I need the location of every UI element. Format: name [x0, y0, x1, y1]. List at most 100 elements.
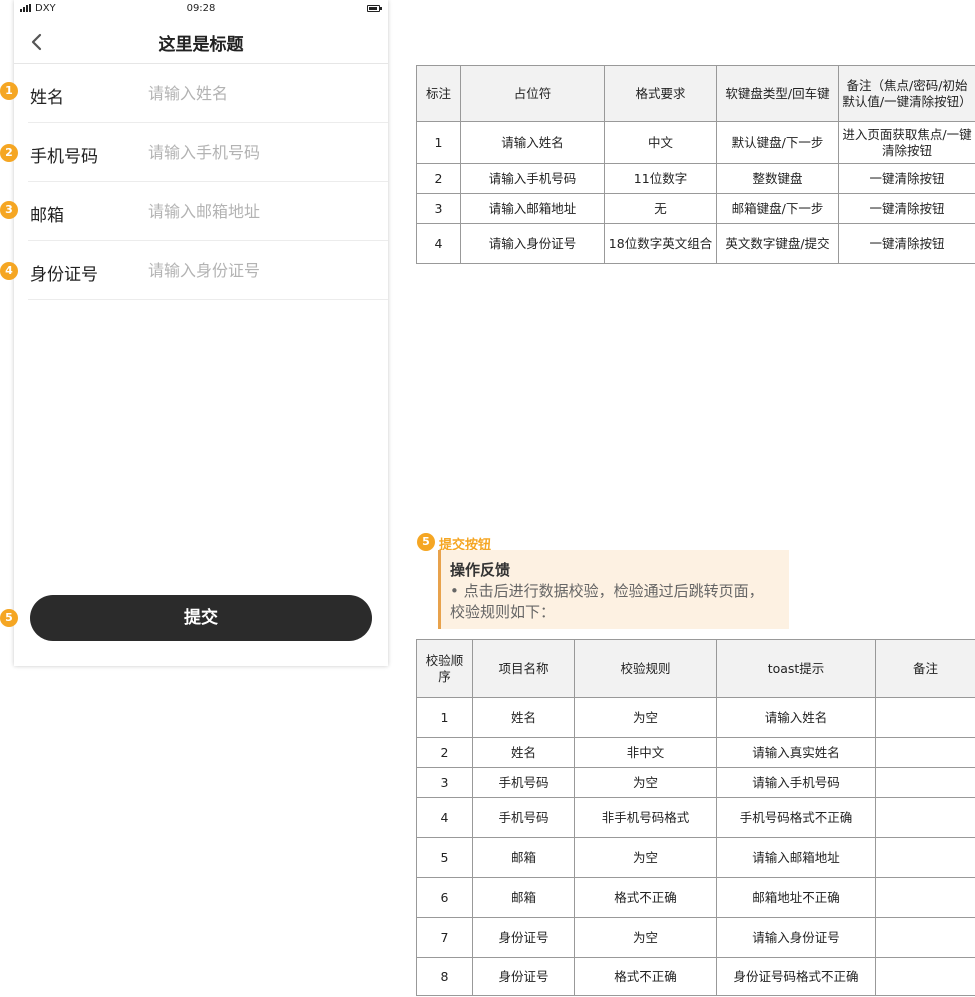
- table-row: 1 请输入姓名 中文 默认键盘/下一步 进入页面获取焦点/一键清除按钮: [416, 121, 975, 164]
- battery-icon: [367, 5, 382, 12]
- table-cell: 请输入邮箱地址: [716, 837, 876, 878]
- table-cell: 中文: [604, 121, 717, 164]
- table-cell: 2: [416, 163, 461, 194]
- status-time: 09:28: [186, 3, 216, 14]
- table-cell: 邮箱: [472, 877, 575, 918]
- table-cell: 邮箱键盘/下一步: [716, 193, 839, 224]
- table-cell: 请输入真实姓名: [716, 737, 876, 768]
- table-cell: 默认键盘/下一步: [716, 121, 839, 164]
- phone-label: 手机号码: [30, 147, 98, 167]
- table-cell: 请输入身份证号: [716, 917, 876, 958]
- table-cell: 4: [416, 223, 461, 264]
- marker-4: 4: [0, 262, 18, 280]
- table-cell: 非中文: [574, 737, 717, 768]
- table-cell: 姓名: [472, 737, 575, 768]
- table-cell: 整数键盘: [716, 163, 839, 194]
- phone-input[interactable]: [148, 137, 373, 167]
- submit-button[interactable]: 提交: [30, 595, 372, 641]
- table-cell: 请输入邮箱地址: [460, 193, 605, 224]
- email-label: 邮箱: [30, 206, 64, 226]
- table-cell: 邮箱: [472, 837, 575, 878]
- table-header-row: 校验顺序 项目名称 校验规则 toast提示 备注: [416, 639, 975, 698]
- field-spec-table: 标注 占位符 格式要求 软键盘类型/回车键 备注（焦点/密码/初始默认值/一键清…: [416, 65, 975, 264]
- feedback-box: 操作反馈 • 点击后进行数据校验，检验通过后跳转页面， 校验规则如下：: [438, 550, 789, 629]
- table-cell: [875, 737, 975, 768]
- table-cell: 请输入手机号码: [460, 163, 605, 194]
- table-cell: 身份证号: [472, 917, 575, 958]
- table-cell: 请输入姓名: [460, 121, 605, 164]
- header-cell: 项目名称: [472, 639, 575, 698]
- table-cell: [875, 837, 975, 878]
- nav-bar: 这里是标题: [14, 20, 388, 64]
- table-cell: 8: [416, 957, 473, 996]
- email-input[interactable]: [148, 196, 373, 226]
- marker-1: 1: [0, 82, 18, 100]
- table-row: 2 请输入手机号码 11位数字 整数键盘 一键清除按钮: [416, 163, 975, 194]
- table-cell: 身份证号码格式不正确: [716, 957, 876, 996]
- table-cell: 邮箱地址不正确: [716, 877, 876, 918]
- table-cell: 4: [416, 797, 473, 838]
- table-cell: [875, 957, 975, 996]
- annotation-marker-5: 5: [417, 533, 435, 551]
- header-cell: 占位符: [460, 65, 605, 122]
- marker-5: 5: [0, 609, 18, 627]
- header-cell: 格式要求: [604, 65, 717, 122]
- table-row: 3 手机号码 为空 请输入手机号码: [416, 767, 975, 798]
- table-cell: 请输入姓名: [716, 697, 876, 738]
- table-row: 8 身份证号 格式不正确 身份证号码格式不正确: [416, 957, 975, 996]
- feedback-line-1: • 点击后进行数据校验，检验通过后跳转页面，: [450, 582, 764, 600]
- name-input[interactable]: [148, 78, 373, 108]
- form-row-email: 邮箱: [28, 182, 388, 241]
- table-cell: 7: [416, 917, 473, 958]
- table-cell: [875, 767, 975, 798]
- phone-mockup: DXY 09:28 这里是标题 姓名 手机号码 邮箱 身份证号 提交: [14, 0, 388, 666]
- table-cell: 为空: [574, 837, 717, 878]
- table-cell: 一键清除按钮: [838, 223, 975, 264]
- table-cell: 为空: [574, 767, 717, 798]
- table-cell: 手机号码格式不正确: [716, 797, 876, 838]
- table-cell: 手机号码: [472, 767, 575, 798]
- feedback-line-2: 校验规则如下：: [450, 603, 556, 621]
- table-row: 2 姓名 非中文 请输入真实姓名: [416, 737, 975, 768]
- table-row: 5 邮箱 为空 请输入邮箱地址: [416, 837, 975, 878]
- table-cell: 一键清除按钮: [838, 163, 975, 194]
- form-row-name: 姓名: [28, 64, 388, 123]
- table-cell: 格式不正确: [574, 957, 717, 996]
- table-cell: 手机号码: [472, 797, 575, 838]
- header-cell: 备注: [875, 639, 975, 698]
- table-row: 4 手机号码 非手机号码格式 手机号码格式不正确: [416, 797, 975, 838]
- table-cell: 6: [416, 877, 473, 918]
- table-cell: 2: [416, 737, 473, 768]
- table-cell: 为空: [574, 917, 717, 958]
- validation-table: 校验顺序 项目名称 校验规则 toast提示 备注 1 姓名 为空 请输入姓名 …: [416, 639, 975, 996]
- table-row: 7 身份证号 为空 请输入身份证号: [416, 917, 975, 958]
- table-row: 1 姓名 为空 请输入姓名: [416, 697, 975, 738]
- table-cell: 1: [416, 121, 461, 164]
- table-cell: 请输入手机号码: [716, 767, 876, 798]
- status-bar: DXY 09:28: [14, 0, 388, 20]
- table-cell: 3: [416, 767, 473, 798]
- page-title: 这里是标题: [158, 35, 244, 55]
- form-row-id-number: 身份证号: [28, 241, 388, 300]
- table-row: 6 邮箱 格式不正确 邮箱地址不正确: [416, 877, 975, 918]
- table-cell: 5: [416, 837, 473, 878]
- header-cell: 标注: [416, 65, 461, 122]
- header-cell: 备注（焦点/密码/初始默认值/一键清除按钮）: [838, 65, 975, 122]
- table-header-row: 标注 占位符 格式要求 软键盘类型/回车键 备注（焦点/密码/初始默认值/一键清…: [416, 65, 975, 122]
- header-cell: 校验规则: [574, 639, 717, 698]
- table-row: 4 请输入身份证号 18位数字英文组合 英文数字键盘/提交 一键清除按钮: [416, 223, 975, 264]
- table-cell: 格式不正确: [574, 877, 717, 918]
- table-cell: 1: [416, 697, 473, 738]
- table-cell: 姓名: [472, 697, 575, 738]
- table-cell: [875, 877, 975, 918]
- table-cell: 18位数字英文组合: [604, 223, 717, 264]
- table-cell: [875, 797, 975, 838]
- table-cell: 进入页面获取焦点/一键清除按钮: [838, 121, 975, 164]
- id-number-label: 身份证号: [30, 265, 98, 285]
- feedback-title: 操作反馈: [450, 561, 511, 579]
- id-number-input[interactable]: [148, 255, 373, 285]
- table-cell: [875, 697, 975, 738]
- marker-2: 2: [0, 144, 18, 162]
- table-cell: 身份证号: [472, 957, 575, 996]
- header-cell: toast提示: [716, 639, 876, 698]
